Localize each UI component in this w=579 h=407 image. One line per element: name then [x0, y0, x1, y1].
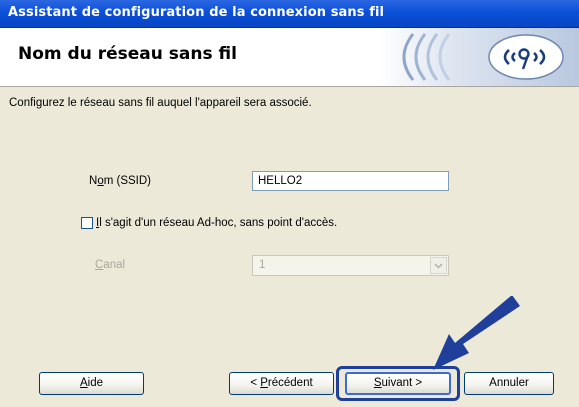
wizard-header: Nom du réseau sans fil	[0, 28, 579, 87]
chevron-down-icon[interactable]	[430, 257, 447, 274]
channel-label: Canal	[95, 259, 126, 271]
description-text: Configurez le réseau sans fil auquel l'a…	[9, 97, 312, 109]
channel-value: 1	[259, 259, 266, 271]
window-title: Assistant de configuration de la connexi…	[8, 5, 385, 20]
wizard-window: Assistant de configuration de la connexi…	[0, 0, 579, 407]
title-bar[interactable]: Assistant de configuration de la connexi…	[0, 0, 579, 28]
adhoc-checkbox[interactable]	[81, 217, 93, 229]
previous-button[interactable]: < Précédent	[229, 372, 334, 395]
adhoc-option[interactable]: Il s'agit d'un réseau Ad-hoc, sans point…	[81, 217, 337, 229]
adhoc-label: Il s'agit d'un réseau Ad-hoc, sans point…	[96, 217, 338, 229]
page-title: Nom du réseau sans fil	[18, 44, 237, 64]
help-button[interactable]: Aide	[39, 372, 144, 395]
ssid-input[interactable]	[252, 171, 449, 191]
channel-select[interactable]: 1	[252, 255, 449, 276]
wireless-signal-icon	[379, 28, 579, 86]
pointer-arrow-icon	[433, 296, 520, 370]
ssid-label: Nom (SSID)	[89, 175, 151, 187]
